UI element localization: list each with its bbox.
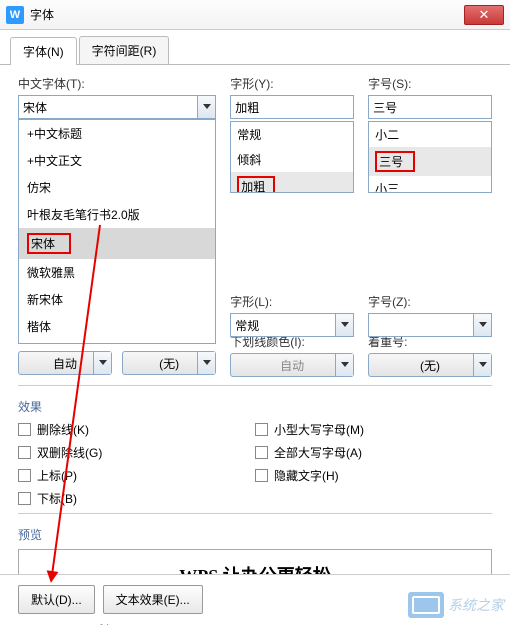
label-hidden: 隐藏文字(H) [274, 467, 339, 484]
font-color-combo[interactable]: 自动 [18, 351, 112, 375]
style-option[interactable]: 倾斜 [231, 147, 353, 172]
chevron-down-icon[interactable] [197, 352, 215, 374]
label-smallcaps: 小型大写字母(M) [274, 421, 364, 438]
emphasis-value: (无) [420, 357, 440, 374]
label-sup: 上标(P) [37, 467, 77, 484]
effects-section: 效果 删除线(K) 小型大写字母(M) 双删除线(G) 全部大写字母(A) 上标… [18, 385, 492, 507]
font-option[interactable]: 楷体 [19, 313, 215, 340]
window-title: 字体 [30, 6, 464, 23]
font-option[interactable]: 微软雅黑 [19, 259, 215, 286]
underline-combo[interactable]: (无) [122, 351, 216, 375]
font-option[interactable]: 新宋体 [19, 286, 215, 313]
label-size2: 字号(Z): [368, 293, 492, 310]
style2-combo[interactable]: 常规 [230, 313, 354, 337]
font-option[interactable]: 黑体 [19, 340, 215, 344]
style-option[interactable]: 加粗 [231, 172, 353, 193]
chevron-down-icon[interactable] [335, 314, 353, 336]
default-button[interactable]: 默认(D)... [18, 585, 95, 614]
chinese-font-value: 宋体 [23, 99, 47, 116]
watermark-text: 系统之家 [448, 595, 504, 615]
size-option-label: 三号 [375, 151, 415, 172]
checkbox-sub[interactable] [18, 492, 31, 505]
size-option[interactable]: 三号 [369, 147, 491, 176]
font-option[interactable]: 宋体 [19, 228, 215, 259]
chevron-down-icon[interactable] [335, 354, 353, 376]
font-color-value: 自动 [53, 355, 77, 372]
effects-title: 效果 [18, 398, 492, 415]
checkbox-hidden[interactable] [255, 469, 268, 482]
preview-title: 预览 [18, 526, 492, 543]
close-button[interactable]: ✕ [464, 5, 504, 25]
style-option-label: 加粗 [237, 176, 275, 193]
label-allcaps: 全部大写字母(A) [274, 444, 362, 461]
app-icon: W [6, 6, 24, 24]
checkbox-dblstrike[interactable] [18, 446, 31, 459]
checkbox-strike[interactable] [18, 423, 31, 436]
checkbox-allcaps[interactable] [255, 446, 268, 459]
tab-spacing[interactable]: 字符间距(R) [79, 36, 170, 64]
underline-color-value: 自动 [280, 357, 304, 374]
chevron-down-icon[interactable] [197, 96, 215, 118]
label-sub: 下标(B) [37, 490, 77, 507]
style2-value: 常规 [235, 317, 259, 334]
label-chinese-font: 中文字体(T): [18, 75, 216, 92]
label-strike: 删除线(K) [37, 421, 89, 438]
underline-color-combo[interactable]: 自动 [230, 353, 354, 377]
size-option[interactable]: 小三 [369, 176, 491, 193]
underline-value: (无) [159, 355, 179, 372]
label-size: 字号(S): [368, 75, 492, 92]
label-style: 字形(Y): [230, 75, 354, 92]
tab-strip: 字体(N) 字符间距(R) [0, 30, 510, 65]
size-listbox[interactable]: 小二 三号 小三 [368, 121, 492, 193]
size2-combo[interactable] [368, 313, 492, 337]
chinese-font-dropdown[interactable]: +中文标题 +中文正文 仿宋 叶根友毛笔行书2.0版 宋体 微软雅黑 新宋体 楷… [18, 119, 216, 344]
watermark: 系统之家 [408, 592, 504, 618]
chevron-down-icon[interactable] [473, 314, 491, 336]
emphasis-combo[interactable]: (无) [368, 353, 492, 377]
checkbox-smallcaps[interactable] [255, 423, 268, 436]
font-option[interactable]: 叶根友毛笔行书2.0版 [19, 201, 215, 228]
main-panel: 中文字体(T): 宋体 +中文标题 +中文正文 仿宋 叶根友毛笔行书2.0版 宋… [0, 65, 510, 626]
label-style2: 字形(L): [230, 293, 354, 310]
size-input[interactable] [368, 95, 492, 119]
style-listbox[interactable]: 常规 倾斜 加粗 [230, 121, 354, 193]
text-effects-button[interactable]: 文本效果(E)... [103, 585, 203, 614]
label-dblstrike: 双删除线(G) [37, 444, 102, 461]
chinese-font-combo[interactable]: 宋体 [18, 95, 216, 119]
chevron-down-icon[interactable] [473, 354, 491, 376]
titlebar: W 字体 ✕ [0, 0, 510, 30]
font-option[interactable]: +中文标题 [19, 120, 215, 147]
font-option[interactable]: 仿宋 [19, 174, 215, 201]
style-input[interactable] [230, 95, 354, 119]
font-option-label: 宋体 [27, 233, 71, 254]
size-option[interactable]: 小二 [369, 122, 491, 147]
font-option[interactable]: +中文正文 [19, 147, 215, 174]
watermark-icon [408, 592, 444, 618]
checkbox-sup[interactable] [18, 469, 31, 482]
tab-font[interactable]: 字体(N) [10, 37, 77, 65]
style-option[interactable]: 常规 [231, 122, 353, 147]
chevron-down-icon[interactable] [93, 352, 111, 374]
